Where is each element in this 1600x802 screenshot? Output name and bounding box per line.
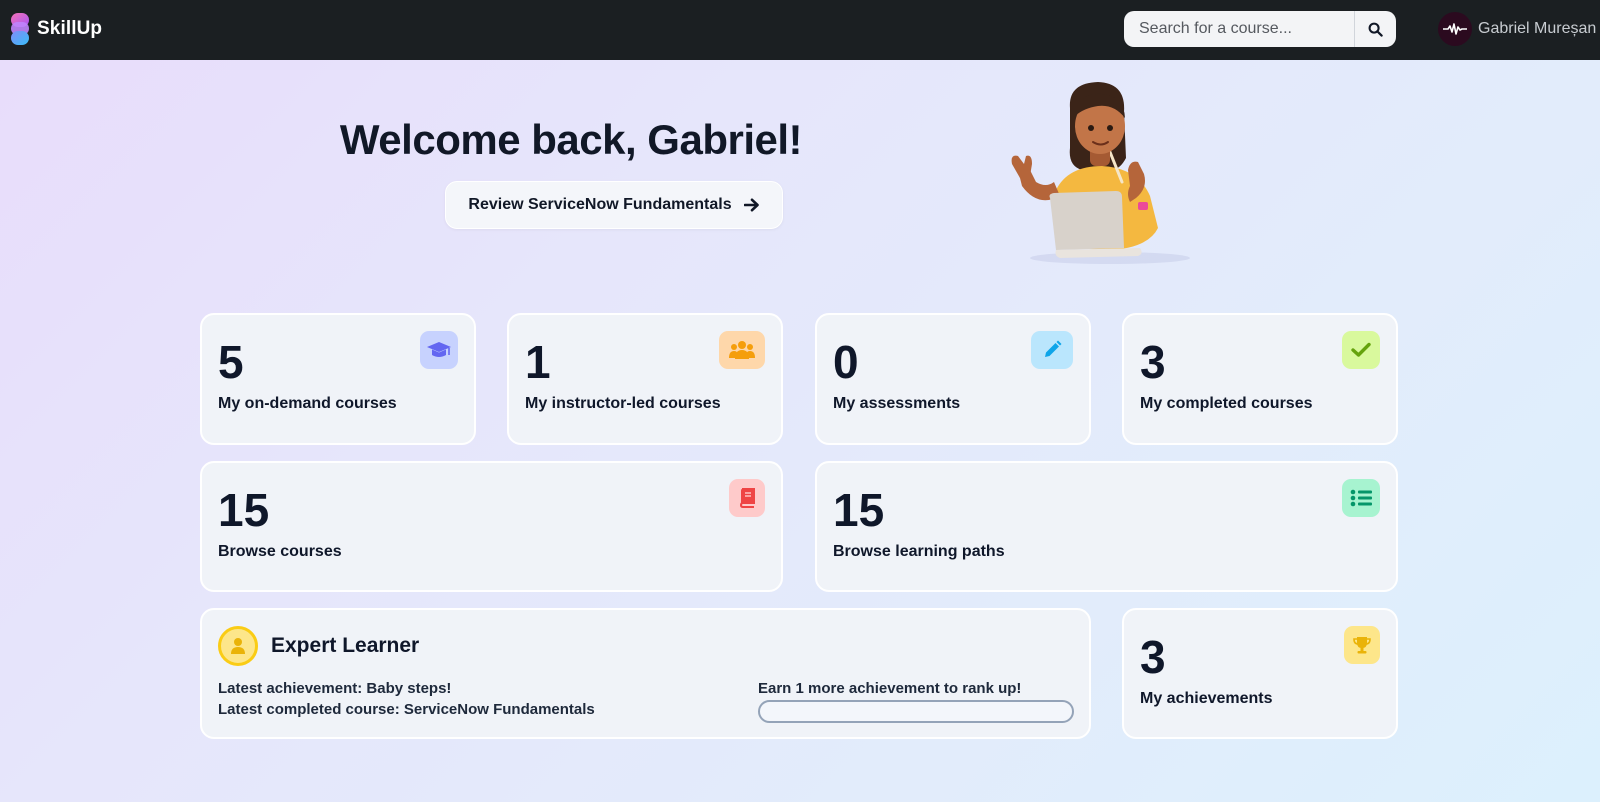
trophy-icon xyxy=(1344,626,1380,664)
browse-courses-card[interactable]: 15 Browse courses xyxy=(200,461,783,592)
pencil-icon xyxy=(1031,331,1073,369)
page-title: Welcome back, Gabriel! xyxy=(339,116,803,163)
search-input[interactable] xyxy=(1124,11,1354,47)
stat-label: My on-demand courses xyxy=(218,395,397,412)
book-icon xyxy=(729,479,765,517)
app-logo[interactable]: SkillUp xyxy=(8,11,102,47)
stat-label: Browse learning paths xyxy=(833,543,1005,560)
app-name: SkillUp xyxy=(37,18,103,39)
assessments-card[interactable]: 0 My assessments xyxy=(815,313,1091,445)
search-bar xyxy=(1124,11,1396,47)
list-icon xyxy=(1342,479,1380,517)
latest-completed-course: Latest completed course: ServiceNow Fund… xyxy=(218,701,595,718)
rank-progress-bar xyxy=(758,700,1074,723)
stat-value: 5 xyxy=(218,336,244,388)
users-icon xyxy=(719,331,765,369)
search-button[interactable] xyxy=(1354,11,1396,47)
user-menu[interactable]: Gabriel Mureșan xyxy=(1438,12,1596,46)
learner-rank-card: Expert Learner Latest achievement: Baby … xyxy=(200,608,1091,739)
graduation-cap-icon xyxy=(420,331,458,369)
stat-value: 3 xyxy=(1140,631,1166,683)
review-course-label: Review ServiceNow Fundamentals xyxy=(468,196,732,213)
skillup-logo-icon xyxy=(8,11,32,47)
user-name: Gabriel Mureșan xyxy=(1478,20,1597,37)
browse-learning-paths-card[interactable]: 15 Browse learning paths xyxy=(815,461,1398,592)
arrow-right-icon xyxy=(743,198,759,212)
stat-value: 3 xyxy=(1140,336,1166,388)
student-laptop-illustration xyxy=(998,78,1208,270)
achievements-card[interactable]: 3 My achievements xyxy=(1122,608,1398,739)
avatar xyxy=(1438,12,1472,46)
stat-value: 0 xyxy=(833,336,859,388)
stat-label: My assessments xyxy=(833,395,961,412)
instructor-led-courses-card[interactable]: 1 My instructor-led courses xyxy=(507,313,783,445)
stat-value: 15 xyxy=(218,484,270,536)
rank-up-hint: Earn 1 more achievement to rank up! xyxy=(758,680,1022,697)
on-demand-courses-card[interactable]: 5 My on-demand courses xyxy=(200,313,476,445)
stat-label: My completed courses xyxy=(1140,395,1313,412)
top-navbar: SkillUp Gabriel Mureșan xyxy=(0,0,1600,60)
stat-value: 15 xyxy=(833,484,885,536)
stat-label: My instructor-led courses xyxy=(525,395,721,412)
stat-label: My achievements xyxy=(1140,690,1273,707)
latest-achievement: Latest achievement: Baby steps! xyxy=(218,680,452,697)
rank-title: Expert Learner xyxy=(271,634,420,657)
stat-value: 1 xyxy=(525,336,551,388)
user-rank-icon xyxy=(218,626,258,666)
search-icon xyxy=(1368,22,1383,37)
stat-label: Browse courses xyxy=(218,543,342,560)
review-course-button[interactable]: Review ServiceNow Fundamentals xyxy=(445,181,783,229)
waveform-icon xyxy=(1443,23,1467,35)
check-icon xyxy=(1342,331,1380,369)
completed-courses-card[interactable]: 3 My completed courses xyxy=(1122,313,1398,445)
